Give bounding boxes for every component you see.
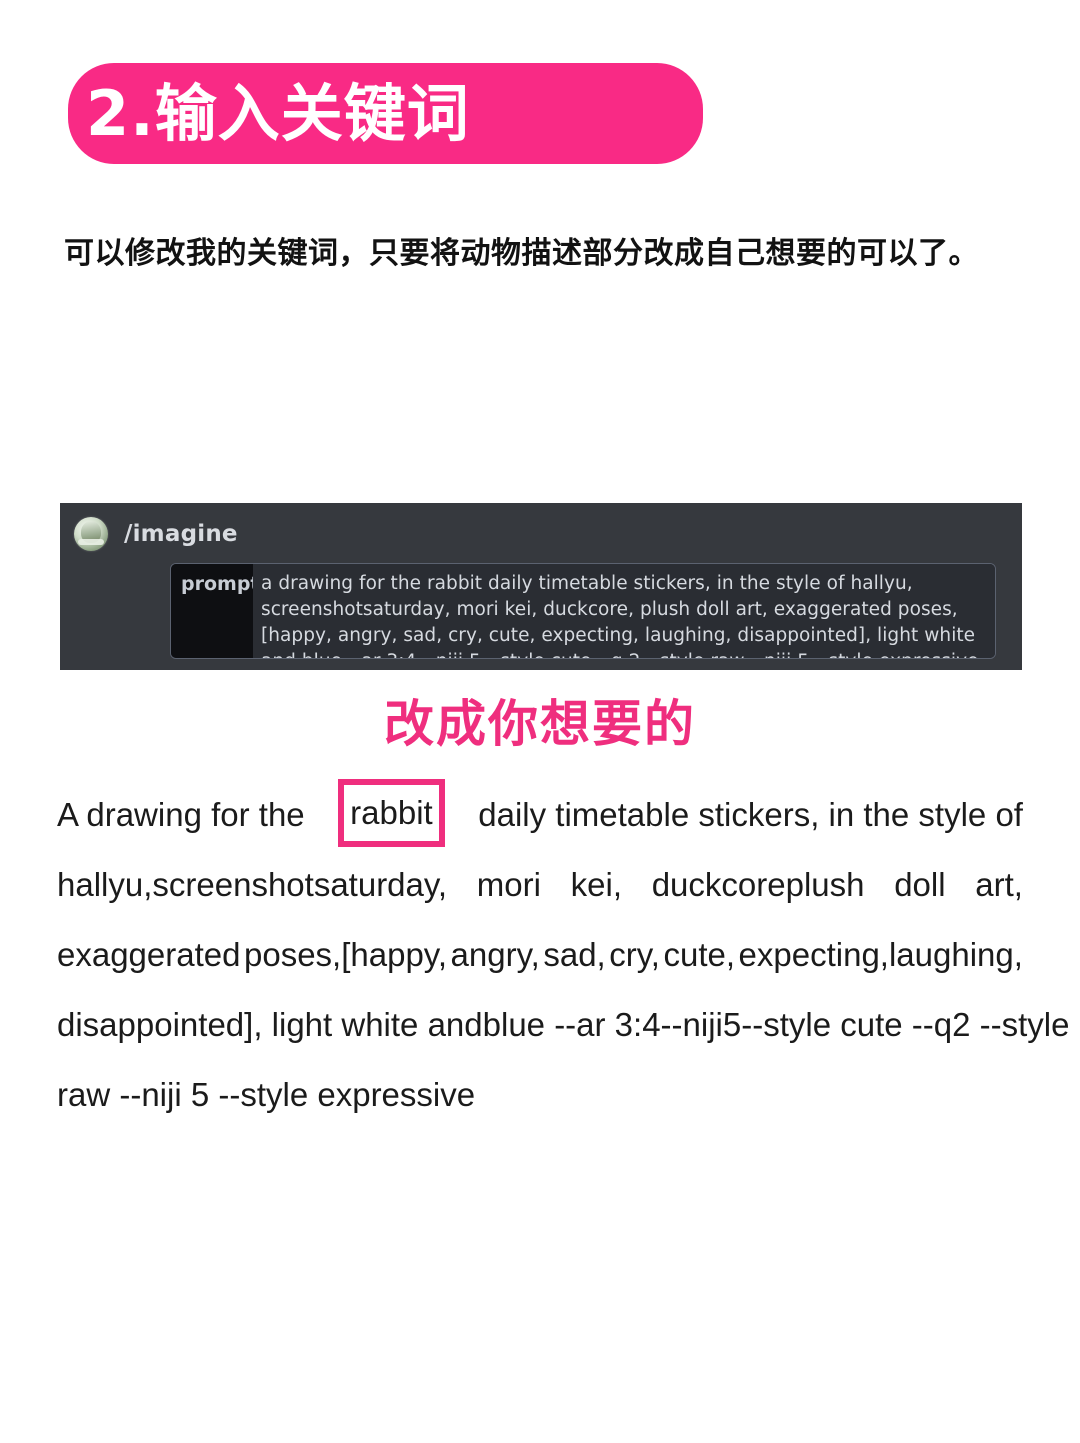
- prompt-input-field[interactable]: prompt a drawing for the rabbit daily ti…: [170, 563, 996, 659]
- prompt-body-line-1: A drawing for the rabbit daily timetable…: [57, 779, 1023, 850]
- prompt-body-line-2-word-2: kei,: [570, 866, 623, 903]
- prompt-body-line-3-word-6: expecting,laughing,: [738, 936, 1023, 973]
- prompt-body-line-3: exaggerated poses,[happy, angry, sad, cr…: [57, 920, 1023, 990]
- rabbit-keyword-highlight[interactable]: rabbit: [338, 779, 445, 847]
- prompt-field-label: prompt: [171, 564, 260, 658]
- prompt-body-line-4: disappointed], light white andblue --ar …: [57, 1006, 1070, 1043]
- edit-instruction-heading: 改成你想要的: [384, 695, 696, 753]
- discord-prompt-screenshot: /imagine prompt a drawing for the rabbit…: [60, 503, 1022, 670]
- prompt-body-line-2-word-3: duckcoreplush: [651, 866, 865, 903]
- imagine-command-label: /imagine: [124, 521, 238, 547]
- prompt-body-line-2-word-4: doll: [894, 866, 946, 903]
- prompt-body-line-2: hallyu,screenshotsaturday, mori kei, duc…: [57, 850, 1023, 920]
- prompt-body-line-3-word-2: angry,: [450, 936, 540, 973]
- prompt-field-value[interactable]: a drawing for the rabbit daily timetable…: [253, 564, 995, 658]
- intro-paragraph: 可以修改我的关键词，只要将动物描述部分改成自己想要的可以了。: [64, 236, 979, 271]
- prompt-body-line-2-word-1: mori: [476, 866, 541, 903]
- editable-prompt-text: A drawing for the rabbit daily timetable…: [57, 779, 1070, 1130]
- prompt-body-line-3-word-1: poses,[happy,: [244, 936, 448, 973]
- user-avatar-icon: [74, 517, 108, 551]
- prompt-body-line-1-suffix: daily timetable stickers, in the style o…: [478, 796, 1023, 833]
- prompt-body-line-3-word-0: exaggerated: [57, 936, 241, 973]
- prompt-body-line-3-word-4: cry,: [609, 936, 660, 973]
- prompt-body-line-3-word-3: sad,: [543, 936, 606, 973]
- prompt-body-line-2-word-5: art,: [975, 866, 1023, 903]
- prompt-body-line-2-word-0: hallyu,screenshotsaturday,: [57, 866, 448, 903]
- page-title-badge: 2.输入关键词: [68, 63, 703, 164]
- page-title-text: 2.输入关键词: [86, 76, 470, 150]
- discord-command-row: /imagine: [60, 513, 1022, 555]
- avatar-base-shape: [78, 539, 104, 545]
- prompt-body-line-1-prefix: A drawing for the: [57, 796, 305, 833]
- prompt-body-line-5: raw --niji 5 --style expressive: [57, 1076, 476, 1113]
- prompt-body-line-3-word-5: cute,: [663, 936, 736, 973]
